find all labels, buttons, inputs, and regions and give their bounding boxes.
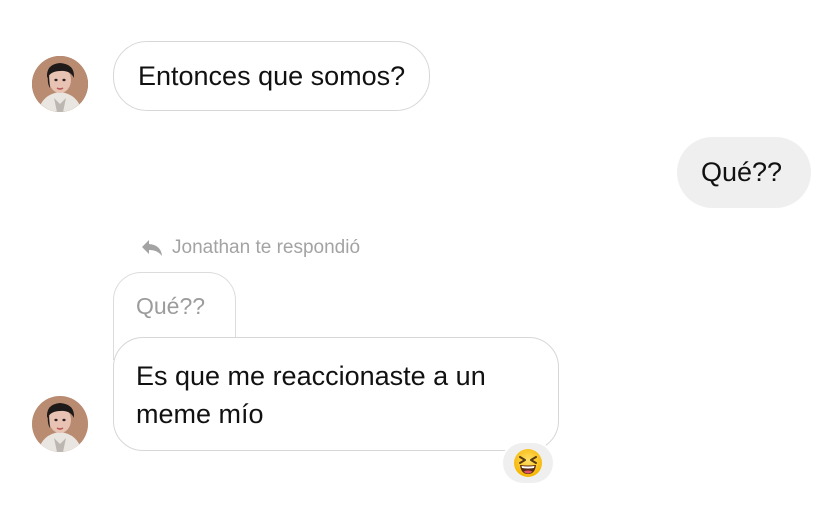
avatar[interactable]: [32, 56, 88, 112]
quoted-text: Qué??: [136, 293, 206, 319]
avatar[interactable]: [32, 396, 88, 452]
message-text: Qué??: [701, 157, 783, 187]
grinning-squinting-face-emoji-icon: [514, 449, 542, 477]
reply-header: Jonathan te respondió: [140, 235, 360, 261]
message-text: Entonces que somos?: [138, 61, 406, 91]
message-bubble-incoming[interactable]: Entonces que somos?: [113, 41, 431, 111]
profile-photo-icon: [32, 396, 88, 452]
reply-label: Jonathan te respondió: [172, 237, 361, 258]
profile-photo-icon: [32, 56, 88, 112]
message-reaction[interactable]: [501, 441, 555, 485]
reply-arrow-icon: [142, 240, 162, 256]
chat-thread: Entonces que somos? Qué?? Jonathan te re…: [0, 0, 828, 523]
message-bubble-incoming[interactable]: Es que me reaccionaste a un meme mío: [113, 337, 559, 451]
message-bubble-outgoing[interactable]: Qué??: [677, 137, 811, 208]
message-text: Es que me reaccionaste a un meme mío: [136, 361, 486, 429]
